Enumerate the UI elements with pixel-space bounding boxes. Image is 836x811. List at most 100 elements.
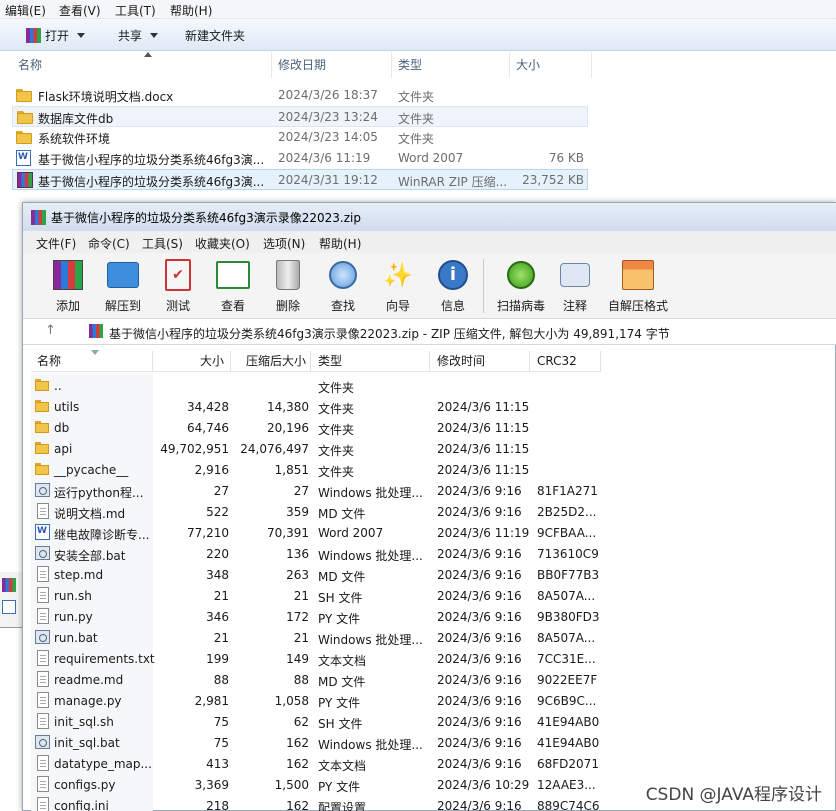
column-modified[interactable]: 修改时间 <box>430 351 530 372</box>
delete-button[interactable]: 删除 <box>259 257 317 315</box>
cell-type: 文件夹 <box>318 402 355 416</box>
file-date: 2024/3/31 19:12 <box>278 173 378 187</box>
cell-size: 2,981 <box>194 694 229 708</box>
column-type[interactable]: 类型 <box>311 351 430 372</box>
sort-up-icon <box>144 52 152 57</box>
table-row[interactable]: db 64,746 20,196 文件夹 2024/3/6 11:15 <box>31 417 601 438</box>
cell-modified: 2024/3/6 9:16 <box>437 484 522 498</box>
add-button[interactable]: 添加 <box>39 257 97 315</box>
menu-tools[interactable]: 工具(S) <box>142 235 183 252</box>
table-row[interactable]: 说明文档.md 522 359 MD 文件 2024/3/6 9:16 2B25D2... <box>31 501 601 522</box>
extract-folder-icon <box>105 257 141 293</box>
test-button[interactable]: ✔ 测试 <box>149 257 207 315</box>
file-type: WinRAR ZIP 压缩... <box>398 175 508 189</box>
sfx-button[interactable]: 自解压格式 <box>607 257 669 315</box>
table-row[interactable]: configs.py 3,369 1,500 PY 文件 2024/3/6 10:29 1… <box>31 774 601 795</box>
list-item[interactable]: 基于微信小程序的垃圾分类系统46fg3演... 2024/3/6 11:19 W… <box>12 148 588 169</box>
cell-name: utils <box>54 400 80 414</box>
table-row[interactable]: run.sh 21 21 SH 文件 2024/3/6 9:16 8A507A... <box>31 585 601 606</box>
list-item[interactable]: 系统软件环境 2024/3/23 14:05 文件夹 <box>12 127 588 148</box>
table-row[interactable]: readme.md 88 88 MD 文件 2024/3/6 9:16 9022EE7F <box>31 669 601 690</box>
cell-modified: 2024/3/6 9:16 <box>437 631 522 645</box>
open-button[interactable]: 打开 <box>26 27 86 44</box>
cell-packed-size: 136 <box>286 547 309 561</box>
menu-help[interactable]: 帮助(H) <box>319 235 361 252</box>
cell-crc: 9CFBAA... <box>537 526 597 540</box>
cell-size: 27 <box>213 484 229 498</box>
text-file-icon <box>37 671 49 687</box>
up-arrow-icon[interactable]: ↑ <box>45 323 56 338</box>
column-name-label: 名称 <box>18 58 43 72</box>
cell-crc: 7CC31E... <box>537 652 596 666</box>
column-crc[interactable]: CRC32 <box>530 351 601 372</box>
column-packed[interactable]: 压缩后大小 <box>231 351 311 372</box>
table-row[interactable]: run.py 346 172 PY 文件 2024/3/6 9:16 9B380FD3 <box>31 606 601 627</box>
find-button[interactable]: 查找 <box>314 257 372 315</box>
folder-icon <box>35 421 49 433</box>
menu-favorites[interactable]: 收藏夹(O) <box>195 235 250 252</box>
cell-size: 2,916 <box>194 463 229 477</box>
cell-name: 安装全部.bat <box>54 549 126 563</box>
menu-commands[interactable]: 命令(C) <box>88 235 130 252</box>
cell-type: MD 文件 <box>318 570 366 584</box>
list-item[interactable]: 基于微信小程序的垃圾分类系统46fg3演... 2024/3/31 19:12 … <box>12 169 588 190</box>
table-row[interactable]: __pycache__ 2,916 1,851 文件夹 2024/3/6 11:15 <box>31 459 601 480</box>
comment-button[interactable]: 注释 <box>546 257 604 315</box>
cell-packed-size: 20,196 <box>267 421 309 435</box>
cell-name: __pycache__ <box>54 463 129 477</box>
menu-view[interactable]: 查看(V) <box>59 2 101 19</box>
table-row[interactable]: requirements.txt 199 149 文本文档 2024/3/6 9:16 7… <box>31 648 601 669</box>
table-row[interactable]: step.md 348 263 MD 文件 2024/3/6 9:16 BB0F77B3 <box>31 564 601 585</box>
table-row[interactable]: init_sql.sh 75 62 SH 文件 2024/3/6 9:16 41E94AB… <box>31 711 601 732</box>
info-button[interactable]: i 信息 <box>424 257 482 315</box>
scan-virus-button[interactable]: 扫描病毒 <box>489 257 553 315</box>
table-row[interactable]: init_sql.bat 75 162 Windows 批处理... 2024/3/6 … <box>31 732 601 753</box>
winrar-titlebar[interactable]: 基于微信小程序的垃圾分类系统46fg3演示录像22023.zip <box>23 203 836 231</box>
menu-options[interactable]: 选项(N) <box>263 235 305 252</box>
menu-help[interactable]: 帮助(H) <box>170 2 212 19</box>
column-size[interactable]: 大小 <box>510 52 592 78</box>
table-row[interactable]: 运行python程... 27 27 Windows 批处理... 2024/3/6 9… <box>31 480 601 501</box>
sfx-box-icon <box>620 257 656 293</box>
cell-type: MD 文件 <box>318 507 366 521</box>
cell-size: 3,369 <box>194 778 229 792</box>
cell-name: init_sql.bat <box>54 736 120 750</box>
list-item[interactable]: Flask环境说明文档.docx 2024/3/26 18:37 文件夹 <box>12 85 588 106</box>
winrar-icon <box>2 578 16 592</box>
cell-crc: 8A507A... <box>537 589 596 603</box>
table-row[interactable]: 继电故障诊断专... 77,210 70,391 Word 2007 2024/3/6 … <box>31 522 601 543</box>
explorer-menubar: 编辑(E) 查看(V) 工具(T) 帮助(H) <box>0 0 836 19</box>
table-row[interactable]: run.bat 21 21 Windows 批处理... 2024/3/6 9:16 8A… <box>31 627 601 648</box>
cell-crc: BB0F77B3 <box>537 568 600 582</box>
menu-edit[interactable]: 编辑(E) <box>5 2 46 19</box>
table-row[interactable]: config.ini 218 162 配置设置 2024/3/6 9:16 889C74C… <box>31 795 601 811</box>
folder-icon <box>35 442 49 454</box>
batch-file-icon <box>35 546 50 560</box>
share-button[interactable]: 共享 <box>118 27 159 44</box>
column-name[interactable]: 名称 <box>31 350 153 372</box>
cell-modified: 2024/3/6 9:16 <box>437 757 522 771</box>
table-row[interactable]: api 49,702,951 24,076,497 文件夹 2024/3/6 11:15 <box>31 438 601 459</box>
cell-type: Windows 批处理... <box>318 549 423 563</box>
menu-tools[interactable]: 工具(T) <box>115 2 156 19</box>
list-item[interactable]: 数据库文件db 2024/3/23 13:24 文件夹 <box>12 106 588 127</box>
sfx-label: 自解压格式 <box>607 299 668 313</box>
view-button[interactable]: 查看 <box>204 257 262 315</box>
column-name[interactable]: 名称 <box>12 52 272 78</box>
cell-type: 文件夹 <box>318 444 355 458</box>
wizard-button[interactable]: ✨ 向导 <box>369 257 427 315</box>
file-type: Word 2007 <box>398 151 464 165</box>
cell-type: MD 文件 <box>318 675 366 689</box>
table-row[interactable]: datatype_map... 413 162 文本文档 2024/3/6 9:16 68… <box>31 753 601 774</box>
column-size[interactable]: 大小 <box>153 351 231 372</box>
new-folder-button[interactable]: 新建文件夹 <box>185 27 245 44</box>
text-file-icon <box>37 713 49 729</box>
table-row[interactable]: manage.py 2,981 1,058 PY 文件 2024/3/6 9:16 9C6… <box>31 690 601 711</box>
table-row[interactable]: 安装全部.bat 220 136 Windows 批处理... 2024/3/6 9:1… <box>31 543 601 564</box>
table-row[interactable]: .. 文件夹 <box>31 375 601 396</box>
column-type[interactable]: 类型 <box>392 52 510 78</box>
extract-to-button[interactable]: 解压到 <box>94 257 152 315</box>
table-row[interactable]: utils 34,428 14,380 文件夹 2024/3/6 11:15 <box>31 396 601 417</box>
menu-file[interactable]: 文件(F) <box>36 235 76 252</box>
column-date[interactable]: 修改日期 <box>272 52 392 78</box>
